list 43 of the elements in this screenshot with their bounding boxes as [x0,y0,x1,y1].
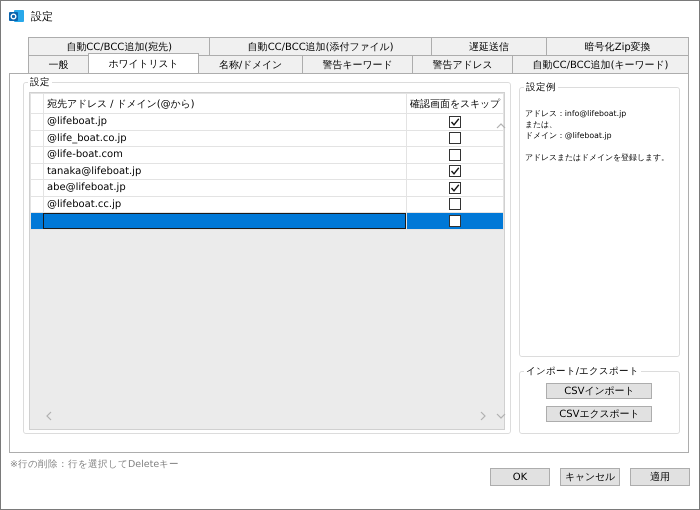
window-title: 設定 [31,8,53,24]
csv-button[interactable]: CSVインポート [546,383,652,399]
tab[interactable]: 警告キーワード [302,55,413,73]
app-icon [9,9,24,23]
group-title: インポート/エクスポート [524,365,641,378]
checkbox[interactable] [448,116,461,128]
tab[interactable]: 自動CC/BCC追加(添付ファイル) [209,37,432,55]
table-row[interactable]: @lifeboat.cc.jp [30,196,504,212]
group-title: 設定 [28,76,52,89]
table-cell[interactable]: abe@lifeboat.jp [43,180,406,196]
table-row[interactable]: @life-boat.com [30,146,504,163]
checkbox[interactable] [448,214,461,227]
table-row[interactable]: @lifeboat.jp [30,114,504,130]
column-header: 宛先アドレス / ドメイン(@から) [43,94,406,114]
table-cell[interactable]: @lifeboat.cc.jp [43,196,406,212]
table-row[interactable]: tanaka@lifeboat.jp [30,163,504,180]
table-cell[interactable]: @life_boat.co.jp [43,130,406,146]
checkbox[interactable] [448,132,461,144]
tab[interactable]: 名称/ドメイン [198,55,303,73]
table-row[interactable]: abe@lifeboat.jp [30,180,504,196]
group-title: 設定例 [524,81,558,94]
csv-button[interactable]: CSVエクスポート [546,406,652,422]
hint-text: ※行の削除：行を選択してDeleteキー [10,458,180,471]
tab[interactable]: 一般 [28,55,90,73]
table-cell[interactable]: @life-boat.com [43,146,406,163]
tab[interactable]: 警告アドレス [412,55,514,73]
dialog-button[interactable]: OK [490,468,550,486]
table-cell[interactable] [43,212,406,229]
table-row[interactable] [30,212,504,229]
tab[interactable]: 暗号化Zip変換 [546,37,690,55]
table-cell[interactable]: @lifeboat.jp [43,114,406,130]
tab[interactable]: 自動CC/BCC追加(宛先) [28,37,210,55]
checkbox[interactable] [448,148,461,161]
table-row[interactable]: @life_boat.co.jp [30,130,504,146]
tab[interactable]: 遅延送信 [430,37,548,55]
dialog-button[interactable]: 適用 [630,468,690,486]
dialog-button[interactable]: キャンセル [560,468,620,486]
checkbox[interactable] [448,165,461,178]
checkbox[interactable] [448,182,461,194]
tab[interactable]: 自動CC/BCC追加(キーワード) [512,55,690,73]
checkbox[interactable] [448,198,461,210]
table-cell[interactable]: tanaka@lifeboat.jp [43,163,406,180]
column-header: 確認画面をスキップ [406,94,504,114]
